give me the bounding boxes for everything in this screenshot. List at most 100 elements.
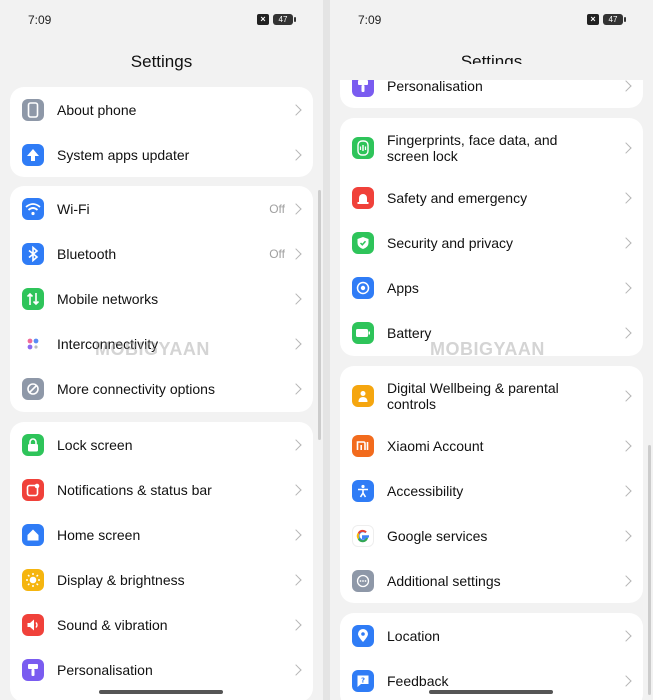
status-bar: 7:09 × 47 <box>28 13 296 29</box>
scrollbar[interactable] <box>318 190 321 440</box>
chevron-right-icon <box>620 674 632 687</box>
settings-item-google-services[interactable]: Google services <box>340 513 643 558</box>
chevron-right-icon <box>290 292 302 305</box>
chevron-right-icon <box>620 390 632 402</box>
settings-screen-left: 7:09 × 47 Settings About phone System ap… <box>0 0 323 700</box>
page-title: Settings <box>130 52 193 71</box>
screenshot-divider <box>323 0 330 700</box>
scroll-clip <box>330 64 653 80</box>
settings-item-label: Battery <box>387 324 432 341</box>
settings-item-security-privacy[interactable]: Security and privacy <box>340 220 643 265</box>
settings-item-more-connectivity[interactable]: More connectivity options <box>10 366 313 411</box>
settings-item-battery[interactable]: Battery <box>340 310 643 355</box>
chevron-right-icon <box>290 202 302 215</box>
phone-icon <box>22 98 44 121</box>
chevron-right-icon <box>620 326 632 339</box>
settings-item-label: Google services <box>387 527 488 544</box>
settings-item-interconnectivity[interactable]: Interconnectivity <box>10 321 313 366</box>
settings-item-digital-wellbeing[interactable]: Digital Wellbeing & parental controls <box>340 371 643 421</box>
settings-item-label: About phone <box>57 101 137 118</box>
chevron-right-icon <box>620 80 632 92</box>
chevron-right-icon <box>290 438 302 451</box>
settings-item-label: More connectivity options <box>57 380 215 397</box>
lock-icon <box>22 433 44 456</box>
settings-item-wifi[interactable]: Wi-Fi Off <box>10 186 313 231</box>
shield-icon <box>352 231 374 254</box>
dots-icon <box>22 332 44 355</box>
settings-item-label: Safety and emergency <box>387 189 528 206</box>
brush-icon <box>22 658 44 681</box>
settings-item-label: Notifications & status bar <box>57 481 212 498</box>
settings-item-label: Fingerprints, face data, and screen lock <box>387 132 558 164</box>
chevron-right-icon <box>290 337 302 350</box>
chevron-right-icon <box>620 142 632 154</box>
settings-item-fingerprints[interactable]: Fingerprints, face data, and screen lock <box>340 123 643 173</box>
settings-item-mobile-networks[interactable]: Mobile networks <box>10 276 313 321</box>
settings-group-account: Digital Wellbeing & parental controls Xi… <box>340 366 643 603</box>
settings-item-label: Wi-Fi <box>57 200 90 217</box>
settings-item-label: Personalisation <box>387 78 483 94</box>
chevron-right-icon <box>620 529 632 542</box>
speaker-icon <box>22 613 44 636</box>
settings-item-label: Home screen <box>57 526 141 543</box>
settings-item-label: Apps <box>387 279 419 296</box>
settings-item-home-screen[interactable]: Home screen <box>10 512 313 557</box>
home-gesture-bar[interactable] <box>99 690 223 694</box>
settings-item-accessibility[interactable]: Accessibility <box>340 468 643 513</box>
chevron-right-icon <box>620 281 632 294</box>
chevron-right-icon <box>290 528 302 541</box>
arrow-up-icon <box>22 143 44 166</box>
settings-item-label: Accessibility <box>387 482 464 499</box>
home-icon <box>22 523 44 546</box>
chevron-right-icon <box>620 191 632 204</box>
chevron-right-icon <box>290 148 302 161</box>
settings-item-location[interactable]: Location <box>340 613 643 658</box>
settings-screen-right: 7:09 × 47 Settings Personalisation Finge… <box>330 0 653 700</box>
battery-indicator: 47 <box>603 14 626 25</box>
settings-item-label: Lock screen <box>57 436 133 453</box>
chevron-right-icon <box>620 439 632 452</box>
chevron-right-icon <box>620 574 632 587</box>
svg-text:?: ? <box>361 676 365 684</box>
settings-item-personalisation[interactable]: Personalisation <box>10 647 313 692</box>
link-icon <box>22 377 44 400</box>
settings-item-about-phone[interactable]: About phone <box>10 87 313 132</box>
settings-item-lock-screen[interactable]: Lock screen <box>10 422 313 467</box>
wifi-status-value: Off <box>269 201 285 216</box>
settings-item-bluetooth[interactable]: Bluetooth Off <box>10 231 313 276</box>
settings-item-label: Location <box>387 627 440 644</box>
settings-group-connectivity: Wi-Fi Off Bluetooth Off Mobile networks … <box>10 186 313 412</box>
bluetooth-icon <box>22 242 44 265</box>
settings-item-system-apps-updater[interactable]: System apps updater <box>10 132 313 177</box>
settings-item-additional-settings[interactable]: Additional settings <box>340 558 643 603</box>
home-gesture-bar[interactable] <box>429 690 553 694</box>
settings-item-label: Bluetooth <box>57 245 117 262</box>
mobile-data-icon <box>22 287 44 310</box>
wifi-icon <box>22 197 44 220</box>
location-icon <box>352 624 374 647</box>
sun-icon <box>22 568 44 591</box>
more-icon <box>352 569 374 592</box>
xiaomi-icon <box>352 434 374 457</box>
settings-item-safety-emergency[interactable]: Safety and emergency <box>340 175 643 220</box>
chevron-right-icon <box>290 618 302 631</box>
status-bar: 7:09 × 47 <box>358 13 626 29</box>
settings-item-label: Security and privacy <box>387 234 514 251</box>
settings-item-label: Interconnectivity <box>57 335 159 352</box>
settings-item-sound-vibration[interactable]: Sound & vibration <box>10 602 313 647</box>
settings-item-display-brightness[interactable]: Display & brightness <box>10 557 313 602</box>
chevron-right-icon <box>620 236 632 249</box>
chevron-right-icon <box>620 629 632 642</box>
no-sim-icon: × <box>257 14 269 25</box>
settings-item-label: Feedback <box>387 672 449 689</box>
settings-item-label: Digital Wellbeing & parental controls <box>387 380 559 412</box>
settings-item-label: Sound & vibration <box>57 616 168 633</box>
battery-icon <box>352 321 374 344</box>
settings-item-label: Personalisation <box>57 661 153 678</box>
settings-item-xiaomi-account[interactable]: Xiaomi Account <box>340 423 643 468</box>
scrollbar[interactable] <box>648 445 651 695</box>
settings-item-apps[interactable]: Apps <box>340 265 643 310</box>
settings-item-notifications[interactable]: Notifications & status bar <box>10 467 313 512</box>
bluetooth-status-value: Off <box>269 246 285 261</box>
settings-item-label: Display & brightness <box>57 571 185 588</box>
